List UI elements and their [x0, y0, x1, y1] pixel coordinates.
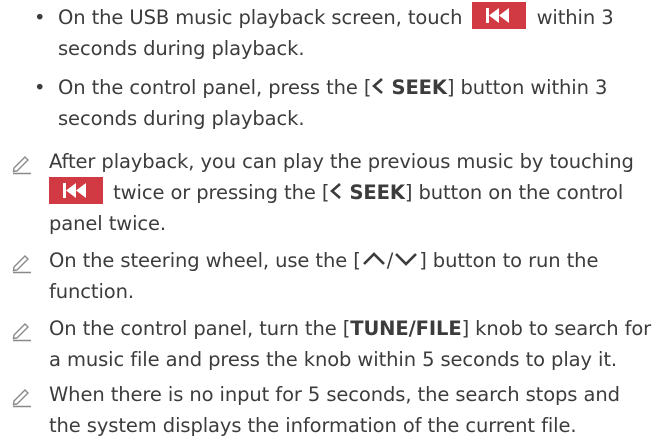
note-text: When there is no input for 5 seconds, th… [49, 379, 654, 441]
seek-button-ref: SEEK [371, 76, 447, 99]
previous-track-icon [472, 2, 527, 29]
note-item-steering-wheel: On the steering wheel, use the [/] butto… [0, 245, 662, 307]
note-text: On the control panel, turn the [TUNE/FIL… [49, 313, 654, 375]
manual-page: • On the USB music playback screen, touc… [0, 0, 662, 440]
bullet-text: On the USB music playback screen, touch … [58, 2, 648, 64]
previous-track-icon [49, 177, 103, 204]
note-text-line1: After playback, you can play the previou… [49, 150, 634, 173]
bullet-text-before: On the USB music playback screen, touch [58, 6, 463, 29]
pencil-note-icon [12, 255, 31, 274]
chevron-up-icon [362, 252, 385, 265]
note-item-tune-file: On the control panel, turn the [TUNE/FIL… [0, 313, 662, 375]
seek-label: SEEK [391, 76, 448, 99]
bullet-dot: • [34, 76, 46, 99]
pencil-note-icon [12, 389, 31, 408]
seek-button-ref: SEEK [329, 181, 405, 204]
note-text-mid-before: twice or pressing the [ [113, 181, 330, 204]
note-text-before: On the control panel, turn the [ [49, 317, 351, 340]
chevron-left-icon [330, 183, 342, 199]
pencil-note-icon [12, 323, 31, 342]
chevron-left-icon [372, 78, 384, 94]
seek-label: SEEK [349, 181, 405, 204]
note-text-mid-after: ] button on the control [404, 181, 624, 204]
note-item-search-stops: When there is no input for 5 seconds, th… [0, 379, 662, 441]
bullet-item-control-panel: • On the control panel, press the [ SEEK… [0, 72, 662, 134]
note-text-body: When there is no input for 5 seconds, th… [49, 383, 620, 437]
bullet-item-usb-screen: • On the USB music playback screen, touc… [0, 2, 662, 64]
note-text: On the steering wheel, use the [/] butto… [49, 245, 654, 307]
chevron-down-icon [395, 253, 418, 266]
pencil-note-icon [12, 156, 31, 175]
note-text-line3: panel twice. [49, 212, 167, 235]
note-text-before: On the steering wheel, use the [ [49, 249, 361, 272]
note-text: After playback, you can play the previou… [49, 146, 654, 239]
bullet-text-before: On the control panel, press the [ [58, 76, 372, 99]
bullet-text: On the control panel, press the [ SEEK] … [58, 72, 648, 134]
tune-file-label: TUNE/FILE [350, 317, 462, 340]
bullet-dot: • [34, 6, 46, 29]
note-item-after-playback: After playback, you can play the previou… [0, 146, 662, 240]
